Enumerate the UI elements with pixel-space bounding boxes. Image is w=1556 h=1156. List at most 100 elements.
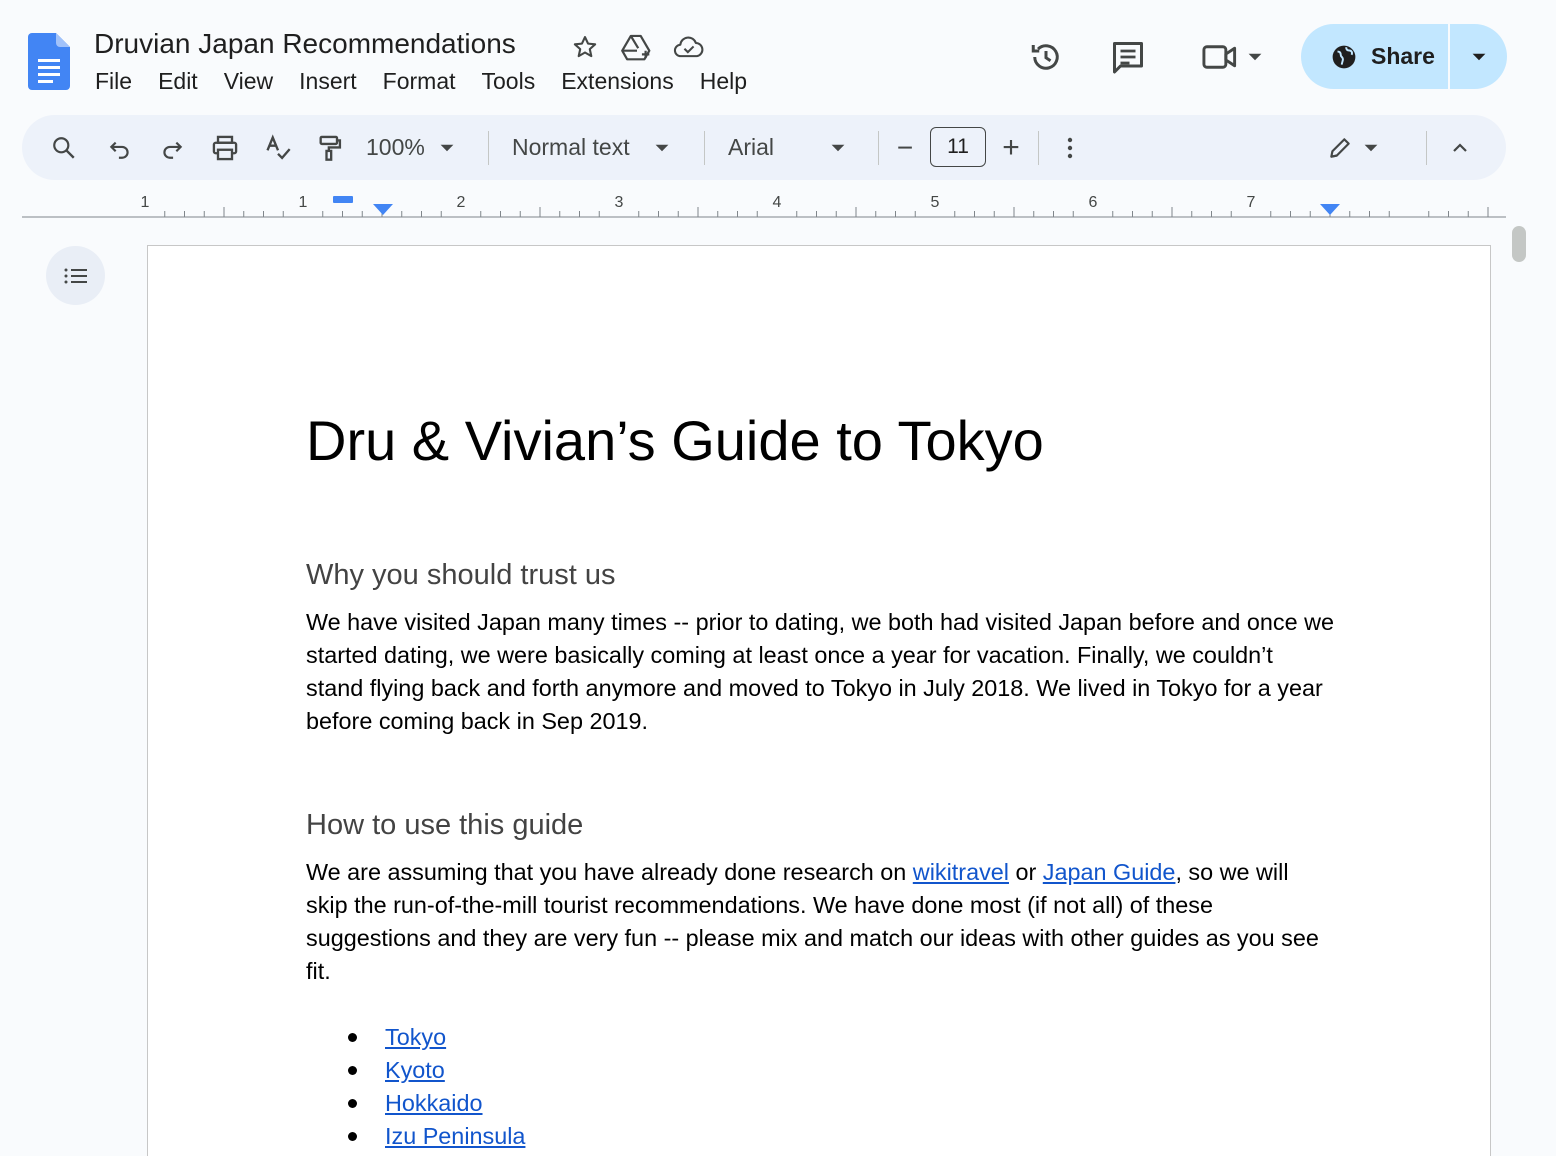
hide-menus-button[interactable] [1442,126,1478,169]
body-text: or [1008,859,1043,885]
comments-icon [1113,42,1143,74]
link-tokyo[interactable]: Tokyo [385,1021,446,1054]
toolbar-divider [488,131,489,165]
menu-format[interactable]: Format [370,66,469,97]
version-history-icon [1031,44,1059,70]
share-label: Share [1371,43,1435,69]
chevron-down-icon [655,144,668,151]
document-title[interactable]: Druvian Japan Recommendations [94,28,516,60]
app-header: Druvian Japan Recommendations File Edit … [0,0,1556,112]
font-size-input[interactable]: 11 [930,127,986,167]
bullet [348,1099,357,1108]
docs-logo-icon[interactable] [28,33,70,90]
chevron-down-icon [1248,53,1262,61]
paragraph-style-select[interactable]: Normal text [512,126,682,169]
horizontal-ruler[interactable]: 1 1 2 3 4 5 6 7 [22,186,1506,220]
comments-button[interactable] [1104,33,1152,81]
ruler-label: 5 [931,194,940,211]
menu-view[interactable]: View [211,66,286,97]
list-item: Kyoto [306,1054,525,1087]
more-vert-icon [1067,137,1073,158]
editing-mode-button[interactable] [1320,126,1386,169]
link-wikitravel[interactable]: wikitravel [913,859,1009,885]
left-indent-marker[interactable] [373,204,393,215]
increase-font-size-button[interactable]: + [996,126,1026,169]
chevron-down-icon [831,144,845,151]
undo-icon [109,141,129,159]
menu-insert[interactable]: Insert [286,66,370,97]
share-button[interactable]: Share [1301,24,1450,89]
toolbar-divider [1426,131,1427,165]
font-family-value: Arial [728,134,775,160]
spellcheck-button[interactable] [258,126,298,169]
toolbar-divider [1038,131,1039,165]
paint-format-icon [319,135,342,161]
link-kyoto[interactable]: Kyoto [385,1054,445,1087]
document-heading: Dru & Vivian’s Guide to Tokyo [306,409,1044,472]
print-icon [212,135,238,160]
link-japan-guide[interactable]: Japan Guide [1043,859,1176,885]
right-indent-marker[interactable] [1320,204,1340,215]
show-outline-button[interactable] [46,246,105,305]
link-hokkaido[interactable]: Hokkaido [385,1087,483,1120]
menu-file[interactable]: File [82,66,145,97]
print-button[interactable] [204,126,246,169]
font-family-select[interactable]: Arial [728,126,858,169]
pencil-icon [1330,137,1350,158]
collapse-chevron-icon [1453,142,1467,152]
star-icon[interactable] [568,30,602,64]
more-options-button[interactable] [1052,126,1088,169]
toolbar-divider [704,131,705,165]
redo-button[interactable] [152,126,192,169]
chevron-down-icon [1472,53,1485,60]
section-body-usage: We are assuming that you have already do… [306,856,1336,988]
paragraph-style-value: Normal text [512,134,630,160]
ruler-label: 3 [615,194,624,211]
first-line-indent-marker[interactable] [333,196,353,203]
bullet [348,1033,357,1042]
share-button-group: Share [1301,24,1507,89]
redo-icon [163,141,183,159]
title-actions [568,30,706,64]
minus-icon: − [896,131,914,163]
menu-extensions[interactable]: Extensions [548,66,687,97]
cloud-saved-icon[interactable] [672,30,706,64]
body-text: We are assuming that you have already do… [306,859,913,885]
destinations-list: Tokyo Kyoto Hokkaido Izu Peninsula [306,1021,525,1153]
bullet [348,1132,357,1141]
decrease-font-size-button[interactable]: − [890,126,920,169]
ruler-label: 4 [773,194,782,211]
outline-list-icon [64,268,87,283]
plus-icon: + [1002,130,1020,164]
share-options-button[interactable] [1450,24,1507,89]
ruler-label: 2 [457,194,466,211]
section-heading-trust: Why you should trust us [306,559,616,591]
menu-tools[interactable]: Tools [469,66,549,97]
globe-icon [1332,45,1356,68]
undo-button[interactable] [100,126,140,169]
zoom-value: 100% [366,134,425,160]
link-izu-peninsula[interactable]: Izu Peninsula [385,1120,525,1153]
search-icon [53,136,75,159]
list-item: Tokyo [306,1021,525,1054]
search-menus-button[interactable] [44,126,84,169]
ruler-label: 1 [299,194,308,211]
move-to-drive-icon[interactable] [620,30,654,64]
meet-button[interactable] [1196,33,1268,81]
formatting-toolbar: 100% Normal text Arial − 11 + [22,115,1506,180]
version-history-button[interactable] [1022,33,1070,81]
menu-bar: File Edit View Insert Format Tools Exten… [82,66,760,97]
menu-edit[interactable]: Edit [145,66,211,97]
ruler-label: 6 [1089,194,1098,211]
chevron-down-icon [440,144,454,151]
chevron-down-icon [1364,144,1378,151]
meet-camera-icon [1202,45,1237,69]
menu-help[interactable]: Help [687,66,760,97]
document-page[interactable]: Dru & Vivian’s Guide to Tokyo Why you sh… [147,245,1491,1156]
ruler-label: 1 [141,194,150,211]
list-item: Izu Peninsula [306,1120,525,1153]
zoom-select[interactable]: 100% [366,126,476,169]
vertical-scrollbar[interactable] [1512,226,1526,262]
bullet [348,1066,357,1075]
paint-format-button[interactable] [310,126,350,169]
